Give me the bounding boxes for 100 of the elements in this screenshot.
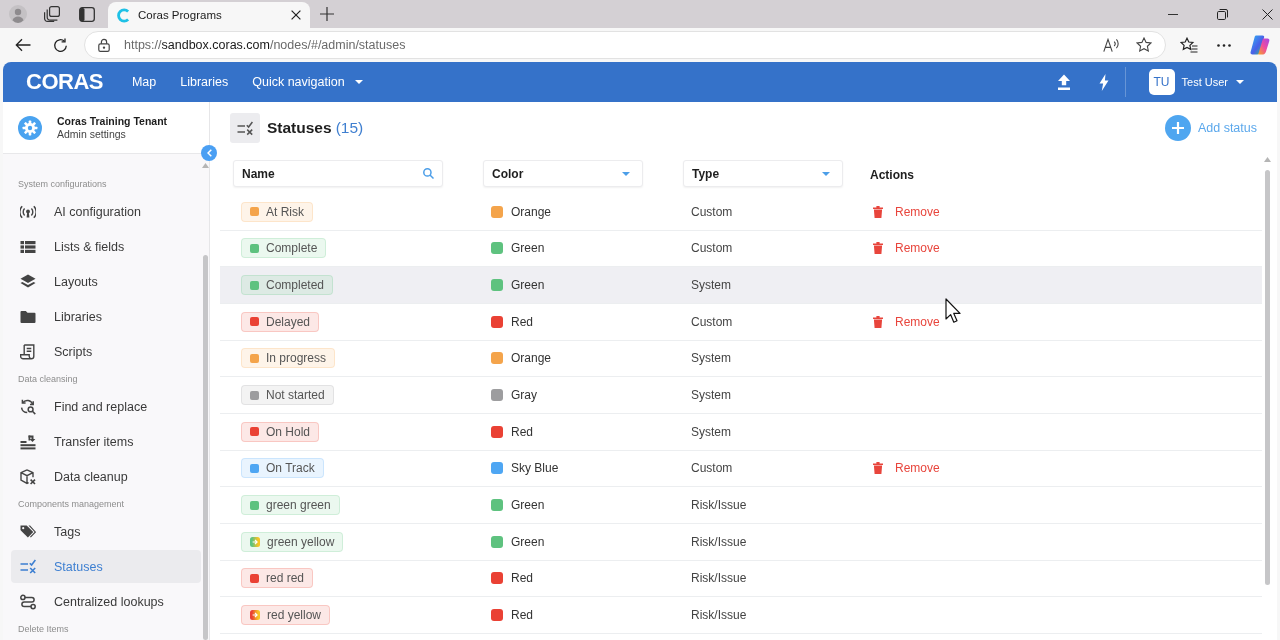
plus-icon[interactable] [320,7,334,21]
status-name: Completed [266,278,325,293]
gradient-logo-icon[interactable] [1250,35,1270,55]
chevron-left-icon [206,149,212,157]
back-arrow-icon[interactable] [15,38,31,52]
sidebar-item[interactable]: Layouts [11,265,201,298]
status-name: In progress [266,351,327,366]
caret-down-icon[interactable] [1236,80,1244,84]
status-name: green green [266,498,331,513]
user-name[interactable]: Test User [1181,76,1228,88]
upload-icon[interactable] [1056,74,1071,90]
trash-icon [873,315,883,328]
sidebar-item[interactable]: Statuses [11,550,201,583]
nav-link[interactable]: Quick navigation [252,75,363,89]
trash-icon [873,205,883,218]
stacked-squares-icon[interactable] [44,6,60,22]
section-heading: System configurations [17,178,108,191]
folder-icon [20,308,36,325]
status-type: System [691,351,731,366]
status-name: red yellow [267,608,322,623]
lightning-bolt-icon[interactable] [1098,73,1109,91]
route-icon [20,593,36,610]
column-header: Actions [870,167,914,182]
scrollbar-thumb[interactable] [203,255,208,640]
logo-text[interactable]: CORAS [26,69,103,95]
favorites-icon[interactable] [1180,37,1198,53]
filter-dropdown[interactable]: Color [483,160,643,187]
lock-icon [98,38,110,52]
sidebar-window-icon[interactable] [78,6,95,22]
sidebar-item[interactable]: Tags [11,515,201,548]
tenant-subtitle: Admin settings [57,127,127,141]
minimize-icon[interactable] [1168,13,1178,15]
sidebar-item[interactable]: Centralized lookups [11,585,201,618]
tags-icon [20,523,36,540]
name-search-field[interactable]: Name [233,160,443,187]
color-name: Green [511,278,545,293]
status-type: Risk/Issue [691,498,747,513]
status-type: Custom [691,204,733,219]
status-type: Risk/Issue [691,571,747,586]
star-icon[interactable] [1136,37,1152,53]
plus-circle-icon [1164,115,1191,141]
sidebar-item[interactable]: Libraries [11,300,201,333]
close-icon[interactable] [291,10,301,20]
broadcast-icon [20,203,36,220]
user-avatar[interactable]: TU [1148,69,1175,95]
status-name: On Hold [266,424,311,439]
status-type: Custom [691,461,733,476]
page-title: Statuses [267,119,332,137]
box-x-icon [20,468,36,485]
sidebar-item[interactable]: AI configuration [11,195,201,228]
status-type: System [691,388,731,403]
color-name: Red [511,314,533,329]
sidebar-item[interactable]: Lists & fields [11,230,201,263]
gear-icon [18,115,42,140]
c-logo-icon [117,7,130,23]
trash-icon [873,242,883,255]
item-count: (15) [335,119,364,137]
refresh-search-icon [20,398,36,415]
layers-icon [20,273,36,290]
list-arrow-icon [20,433,36,450]
remove-button[interactable]: Remove [873,241,940,256]
status-name: Complete [266,241,318,256]
status-type: Custom [691,314,733,329]
color-name: Sky Blue [511,461,559,476]
table-list-icon [20,238,36,255]
list-check-icon [230,113,260,143]
sidebar-item[interactable]: Find and replace [11,390,201,423]
color-name: Green [511,241,545,256]
sidebar-item[interactable]: Scripts [11,335,201,368]
remove-button[interactable]: Remove [873,461,940,476]
list-check-icon [20,558,36,575]
search-icon [423,168,434,179]
scrollbar-thumb[interactable] [1265,170,1270,585]
color-name: Green [511,534,545,549]
reload-icon[interactable] [52,37,68,53]
status-name: At Risk [266,204,304,219]
nav-link[interactable]: Libraries [180,75,229,89]
sidebar-item[interactable]: Transfer items [11,425,201,458]
caret-down-icon [822,171,830,176]
browser-tab[interactable]: Coras Programs [108,2,310,28]
sidebar-item[interactable]: Data cleanup [11,460,201,493]
remove-button[interactable]: Remove [873,314,940,329]
color-name: Red [511,571,533,586]
restore-icon[interactable] [1216,8,1228,20]
color-name: Orange [511,204,552,219]
read-aloud-icon[interactable] [1103,38,1120,52]
color-name: Gray [511,388,537,403]
url-text: https://sandbox.coras.com/nodes/#/admin/statuses [124,38,406,52]
remove-button[interactable]: Remove [873,204,940,219]
more-icon[interactable] [1217,43,1231,47]
caret-down-icon [622,171,630,176]
address-bar[interactable]: https://sandbox.coras.com/nodes/#/admin/statuses [84,31,1166,59]
filter-dropdown[interactable]: Type [683,160,843,187]
color-name: Green [511,498,545,513]
trash-icon [873,462,883,475]
status-type: Risk/Issue [691,608,747,623]
tenant-name: Coras Training Tenant [57,114,168,128]
close-icon[interactable] [1261,8,1273,20]
nav-link[interactable]: Map [131,75,157,89]
section-heading: Data cleansing [17,373,79,386]
